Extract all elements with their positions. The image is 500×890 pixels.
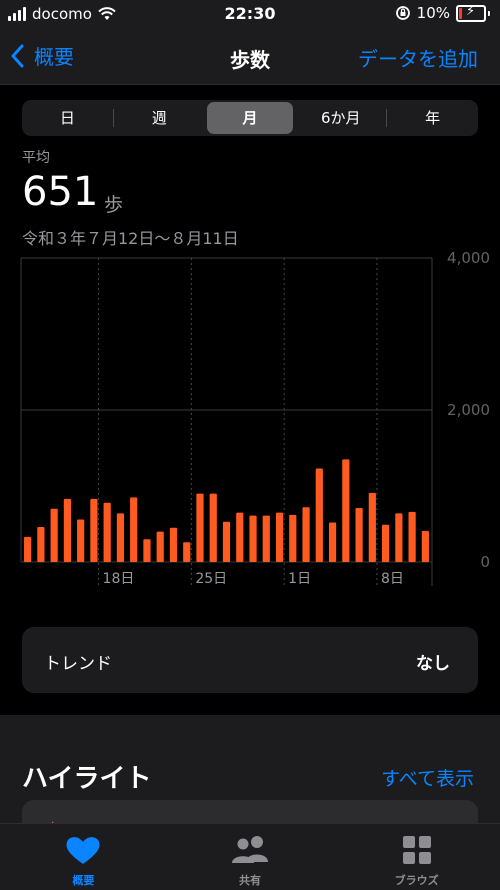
x-tick-label: 25日 <box>195 571 227 587</box>
trend-value: なし <box>416 654 450 674</box>
segment-divider <box>386 109 388 127</box>
segment-6-months[interactable]: 6か月 <box>297 102 384 134</box>
add-data-button[interactable]: データを追加 <box>358 43 478 72</box>
period-segmented-control: 日 週 月 6か月 年 <box>22 100 478 136</box>
bar <box>395 513 403 562</box>
bar <box>116 513 125 562</box>
bar <box>183 542 191 562</box>
battery-icon: ⚡ <box>456 4 486 22</box>
trend-label: トレンド <box>44 654 112 674</box>
bar <box>50 508 58 562</box>
average-unit: 歩 <box>104 194 124 216</box>
trend-row[interactable]: トレンド なし <box>22 627 478 693</box>
bar <box>209 493 217 562</box>
tab-sharing-label: 共有 <box>239 874 261 887</box>
bar <box>408 511 416 562</box>
bar <box>24 536 32 562</box>
y-tick-label: 0 <box>480 553 490 571</box>
bar <box>328 522 337 562</box>
segment-divider <box>112 109 114 127</box>
bar <box>302 507 310 562</box>
bar <box>275 512 284 562</box>
battery-percent: 10% <box>416 4 450 22</box>
bar <box>90 498 98 562</box>
tab-browse-label: ブラウズ <box>394 874 439 887</box>
tab-summary-label: 概要 <box>72 874 95 887</box>
average-value: 651 <box>22 169 99 215</box>
bar <box>103 502 111 562</box>
bar <box>342 459 350 562</box>
steps-bar-chart[interactable]: 4,000 2,000 0 18日 25日 1日 8日 <box>0 250 500 590</box>
average-label: 平均 <box>22 150 50 166</box>
x-tick-label: 8日 <box>381 571 404 587</box>
y-tick-label: 4,000 <box>447 250 490 267</box>
segment-week[interactable]: 週 <box>116 102 203 134</box>
x-tick-label: 1日 <box>288 571 311 587</box>
tab-sharing[interactable]: 共有 <box>167 824 334 890</box>
segment-year[interactable]: 年 <box>389 102 476 134</box>
highlights-title: ハイライト <box>22 764 152 794</box>
bar <box>222 521 231 562</box>
tab-bar: 概要 共有 ブラウズ <box>0 823 500 890</box>
people-icon <box>232 836 268 863</box>
bar <box>249 515 257 562</box>
bar <box>368 492 376 562</box>
grid-icon <box>402 836 431 864</box>
bar <box>63 498 72 562</box>
bar <box>130 497 138 562</box>
tab-browse[interactable]: ブラウズ <box>333 824 500 890</box>
bar <box>262 515 270 562</box>
bar <box>169 527 178 562</box>
bar <box>289 514 297 562</box>
bar <box>156 531 164 562</box>
bar <box>37 527 45 562</box>
orientation-lock-icon <box>395 6 410 20</box>
bar <box>236 512 244 562</box>
bar <box>381 524 390 562</box>
bar <box>355 508 363 562</box>
x-tick-label: 18日 <box>103 571 135 587</box>
show-all-button[interactable]: すべて表示 <box>381 764 474 791</box>
tab-summary[interactable]: 概要 <box>0 824 167 890</box>
bar <box>77 519 85 562</box>
heart-icon <box>66 837 100 864</box>
segment-month[interactable]: 月 <box>206 102 294 134</box>
y-tick-label: 2,000 <box>447 401 490 419</box>
bar <box>196 493 204 562</box>
segment-day[interactable]: 日 <box>24 102 111 134</box>
bar <box>315 468 323 562</box>
bar <box>421 530 429 562</box>
date-range: 令和３年７月12日〜８月11日 <box>22 229 239 248</box>
navigation-bar: 概要 歩数 データを追加 <box>0 28 500 85</box>
status-bar: docomo 22:30 10% ⚡ <box>0 0 500 28</box>
bar <box>143 539 151 562</box>
